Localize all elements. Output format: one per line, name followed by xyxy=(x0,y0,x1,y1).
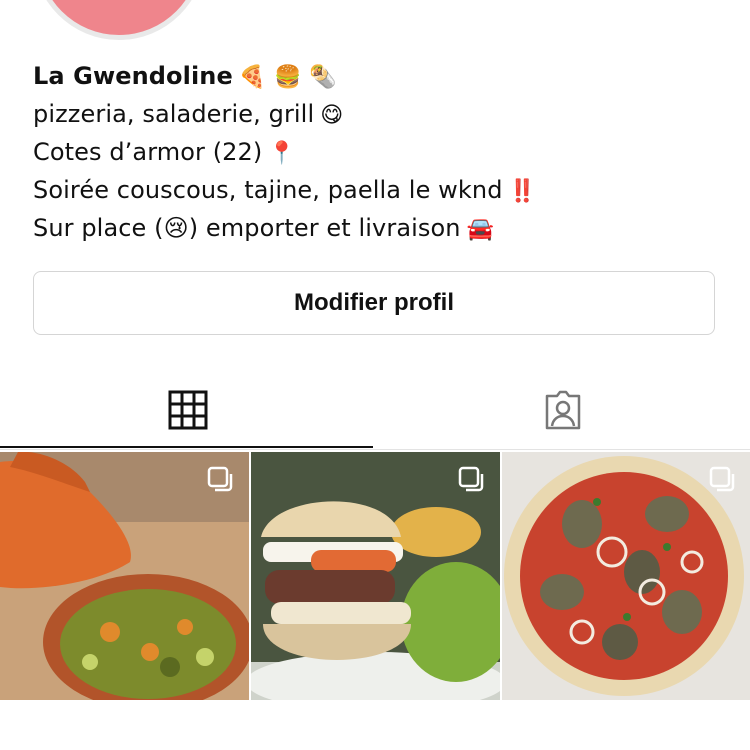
post-burger[interactable] xyxy=(251,452,500,700)
bio-location-text: Cotes d’armor (22) xyxy=(33,138,263,166)
posts-grid xyxy=(0,452,750,702)
multiple-photos-icon xyxy=(207,466,233,492)
tagged-person-icon xyxy=(545,390,580,430)
bio-category-text: pizzeria, saladerie, grill xyxy=(33,100,315,128)
bio-line-name: La Gwendoline 🍕 🍔 🌯 xyxy=(33,58,723,96)
bio-line-location: Cotes d’armor (22) 📍 xyxy=(33,134,723,172)
tab-tagged[interactable] xyxy=(375,370,750,450)
profile-tabs xyxy=(0,370,750,450)
bio-service-text: Sur place (😢) emporter et livraison xyxy=(33,214,461,242)
pin-emoji: 📍 xyxy=(268,141,296,166)
bio-events-text: Soirée couscous, tajine, paella le wknd xyxy=(33,176,503,204)
bio-line-service: Sur place (😢) emporter et livraison 🚘 xyxy=(33,210,723,248)
post-tajine[interactable] xyxy=(0,452,249,700)
post-pizza[interactable] xyxy=(502,452,750,700)
car-emoji: 🚘 xyxy=(466,217,495,242)
profile-bio: La Gwendoline 🍕 🍔 🌯 pizzeria, saladerie, … xyxy=(33,58,723,248)
exclamation-emoji: ‼️ xyxy=(508,179,537,204)
multiple-photos-icon xyxy=(458,466,484,492)
grid-icon xyxy=(168,390,207,430)
profile-avatar[interactable] xyxy=(33,0,205,40)
bio-line-events: Soirée couscous, tajine, paella le wknd ‼… xyxy=(33,172,723,210)
multiple-photos-icon xyxy=(709,466,735,492)
yum-emoji: 😋 xyxy=(320,103,344,128)
avatar-image xyxy=(38,0,200,35)
bio-line-category: pizzeria, saladerie, grill 😋 xyxy=(33,96,723,134)
food-emoji: 🍕 🍔 🌯 xyxy=(238,65,337,90)
profile-name: La Gwendoline xyxy=(33,62,233,90)
active-tab-indicator xyxy=(0,446,373,448)
edit-profile-button[interactable]: Modifier profil xyxy=(33,271,715,335)
tab-divider xyxy=(0,449,750,450)
tab-posts-grid[interactable] xyxy=(0,370,375,450)
